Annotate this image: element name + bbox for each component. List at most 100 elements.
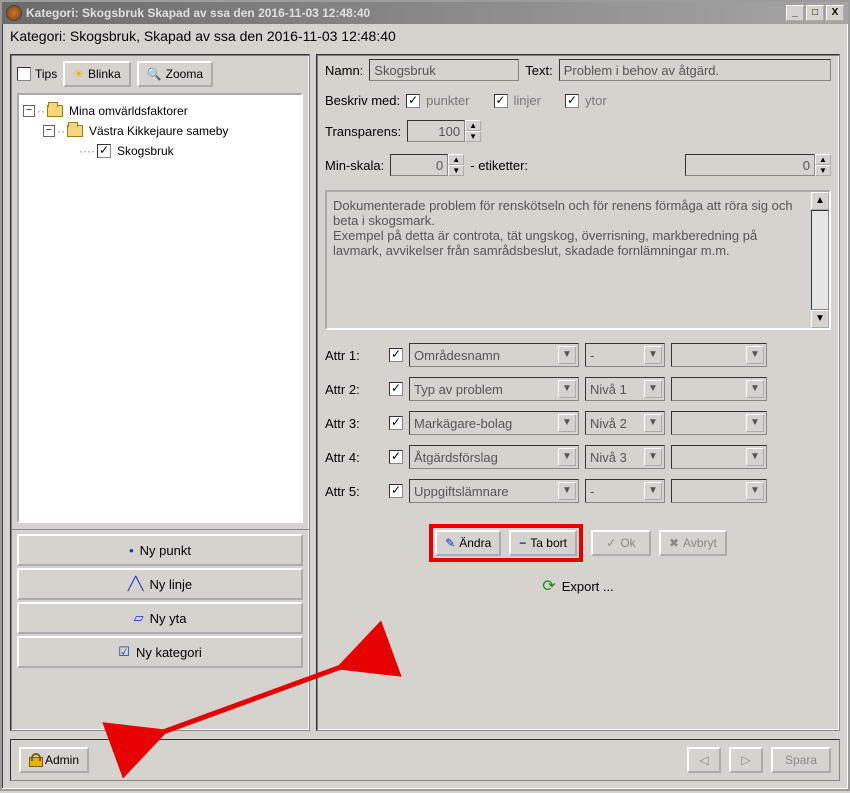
scroll-up-icon[interactable]: ▲ — [811, 192, 829, 210]
tree-leaf-checkbox[interactable] — [97, 144, 111, 158]
chevron-down-icon: ▼ — [558, 380, 576, 398]
attr2-level-select[interactable]: Nivå 1▼ — [585, 377, 665, 401]
transparens-spinner[interactable]: ▲▼ — [407, 120, 481, 142]
export-link[interactable]: Export ... — [562, 579, 614, 594]
attr5-extra-select[interactable]: ▼ — [671, 479, 767, 503]
close-button[interactable]: X — [826, 5, 844, 21]
transparens-label: Transparens: — [325, 124, 401, 139]
chevron-down-icon: ▼ — [644, 414, 662, 432]
minskala-label: Min-skala: — [325, 158, 384, 173]
etiketter-label: - etiketter: — [470, 158, 528, 173]
app-icon — [6, 5, 22, 21]
attr1-name-select[interactable]: Områdesnamn▼ — [409, 343, 579, 367]
attr3-checkbox[interactable] — [389, 416, 403, 430]
line-icon: ╱╲ — [128, 576, 144, 592]
attr4-name-select[interactable]: Åtgärdsförslag▼ — [409, 445, 579, 469]
tree-root[interactable]: − ·· Mina omvärldsfaktorer — [23, 101, 297, 121]
new-line-button[interactable]: ╱╲ Ny linje — [17, 568, 303, 600]
minimize-button[interactable]: _ — [786, 5, 804, 21]
attr1-checkbox[interactable] — [389, 348, 403, 362]
category-tree[interactable]: − ·· Mina omvärldsfaktorer − ·· Västra K… — [17, 93, 303, 523]
attr4-extra-select[interactable]: ▼ — [671, 445, 767, 469]
chevron-down-icon: ▼ — [644, 448, 662, 466]
tree-collapse-icon[interactable]: − — [43, 125, 55, 137]
description-text[interactable]: Dokumenterade problem för renskötseln oc… — [327, 192, 811, 328]
spin-down-icon[interactable]: ▼ — [815, 165, 831, 176]
beskriv-label: Beskriv med: — [325, 93, 400, 108]
tips-checkbox[interactable]: Tips — [17, 61, 57, 87]
description-box: Dokumenterade problem för renskötseln oc… — [325, 190, 831, 330]
namn-label: Namn: — [325, 63, 363, 78]
app-window: Kategori: Skogsbruk Skapad av ssa den 20… — [0, 0, 850, 791]
attr3-extra-select[interactable]: ▼ — [671, 411, 767, 435]
tree-leaf[interactable]: ···· Skogsbruk — [23, 141, 297, 161]
tabort-button[interactable]: − Ta bort — [509, 530, 577, 556]
folder-icon — [47, 105, 63, 117]
chevron-down-icon: ▼ — [558, 346, 576, 364]
attr2-checkbox[interactable] — [389, 382, 403, 396]
spin-up-icon[interactable]: ▲ — [465, 120, 481, 131]
new-category-button[interactable]: ☑ Ny kategori — [17, 636, 303, 668]
avbryt-button[interactable]: ✖ Avbryt — [659, 530, 727, 556]
text-label: Text: — [525, 63, 552, 78]
blinka-button[interactable]: ☀ Blinka — [63, 61, 130, 87]
attr2-name-select[interactable]: Typ av problem▼ — [409, 377, 579, 401]
attr5-name-select[interactable]: Uppgiftslämnare▼ — [409, 479, 579, 503]
attr-row-5: Attr 5: Uppgiftslämnare▼ -▼ ▼ — [317, 476, 839, 506]
spin-up-icon[interactable]: ▲ — [815, 154, 831, 165]
spin-down-icon[interactable]: ▼ — [465, 131, 481, 142]
spin-up-icon[interactable]: ▲ — [448, 154, 464, 165]
admin-button[interactable]: Admin — [19, 747, 89, 773]
scroll-track[interactable] — [811, 210, 829, 310]
ok-button[interactable]: ✓ Ok — [591, 530, 651, 556]
attr1-extra-select[interactable]: ▼ — [671, 343, 767, 367]
subheader: Kategori: Skogsbruk, Skapad av ssa den 2… — [2, 24, 848, 48]
next-button[interactable]: ▷ — [729, 747, 763, 773]
chevron-down-icon: ▼ — [558, 448, 576, 466]
etiketter-spinner[interactable]: ▲▼ — [685, 154, 831, 176]
attr2-extra-select[interactable]: ▼ — [671, 377, 767, 401]
sun-icon: ☀ — [73, 67, 84, 81]
prev-button[interactable]: ◁ — [687, 747, 721, 773]
attr5-checkbox[interactable] — [389, 484, 403, 498]
window-title: Kategori: Skogsbruk Skapad av ssa den 20… — [26, 6, 370, 20]
maximize-button[interactable]: □ — [806, 5, 824, 21]
attr-row-2: Attr 2: Typ av problem▼ Nivå 1▼ ▼ — [317, 374, 839, 404]
namn-input[interactable] — [369, 59, 519, 81]
folder-icon — [67, 125, 83, 137]
arrow-left-icon: ◁ — [699, 753, 708, 767]
tree-child[interactable]: − ·· Västra Kikkejaure sameby — [23, 121, 297, 141]
andra-button[interactable]: ✎ Ändra — [435, 530, 501, 556]
chevron-down-icon: ▼ — [746, 346, 764, 364]
attr1-level-select[interactable]: -▼ — [585, 343, 665, 367]
new-point-button[interactable]: • Ny punkt — [17, 534, 303, 566]
ytor-checkbox[interactable] — [565, 94, 579, 108]
zooma-button[interactable]: 🔍 Zooma — [137, 61, 213, 87]
attr3-level-select[interactable]: Nivå 2▼ — [585, 411, 665, 435]
punkter-checkbox[interactable] — [406, 94, 420, 108]
text-input[interactable] — [559, 59, 831, 81]
chevron-down-icon: ▼ — [746, 448, 764, 466]
chevron-down-icon: ▼ — [558, 414, 576, 432]
new-area-button[interactable]: ▱ Ny yta — [17, 602, 303, 634]
left-toolbar: Tips ☀ Blinka 🔍 Zooma — [11, 55, 309, 93]
attr4-checkbox[interactable] — [389, 450, 403, 464]
attr-row-1: Attr 1: Områdesnamn▼ -▼ ▼ — [317, 340, 839, 370]
attr3-name-select[interactable]: Markägare-bolag▼ — [409, 411, 579, 435]
refresh-icon: ⟳ — [542, 576, 555, 596]
cancel-icon: ✖ — [669, 536, 679, 550]
scroll-down-icon[interactable]: ▼ — [811, 310, 829, 328]
linjer-checkbox[interactable] — [494, 94, 508, 108]
attr5-level-select[interactable]: -▼ — [585, 479, 665, 503]
attr4-level-select[interactable]: Nivå 3▼ — [585, 445, 665, 469]
chevron-down-icon: ▼ — [644, 482, 662, 500]
minskala-spinner[interactable]: ▲▼ — [390, 154, 464, 176]
attr-row-3: Attr 3: Markägare-bolag▼ Nivå 2▼ ▼ — [317, 408, 839, 438]
spin-down-icon[interactable]: ▼ — [448, 165, 464, 176]
chevron-down-icon: ▼ — [746, 414, 764, 432]
zoom-icon: 🔍 — [147, 67, 162, 81]
chevron-down-icon: ▼ — [746, 482, 764, 500]
minus-icon: − — [519, 536, 526, 550]
spara-button[interactable]: Spara — [771, 747, 831, 773]
tree-collapse-icon[interactable]: − — [23, 105, 35, 117]
